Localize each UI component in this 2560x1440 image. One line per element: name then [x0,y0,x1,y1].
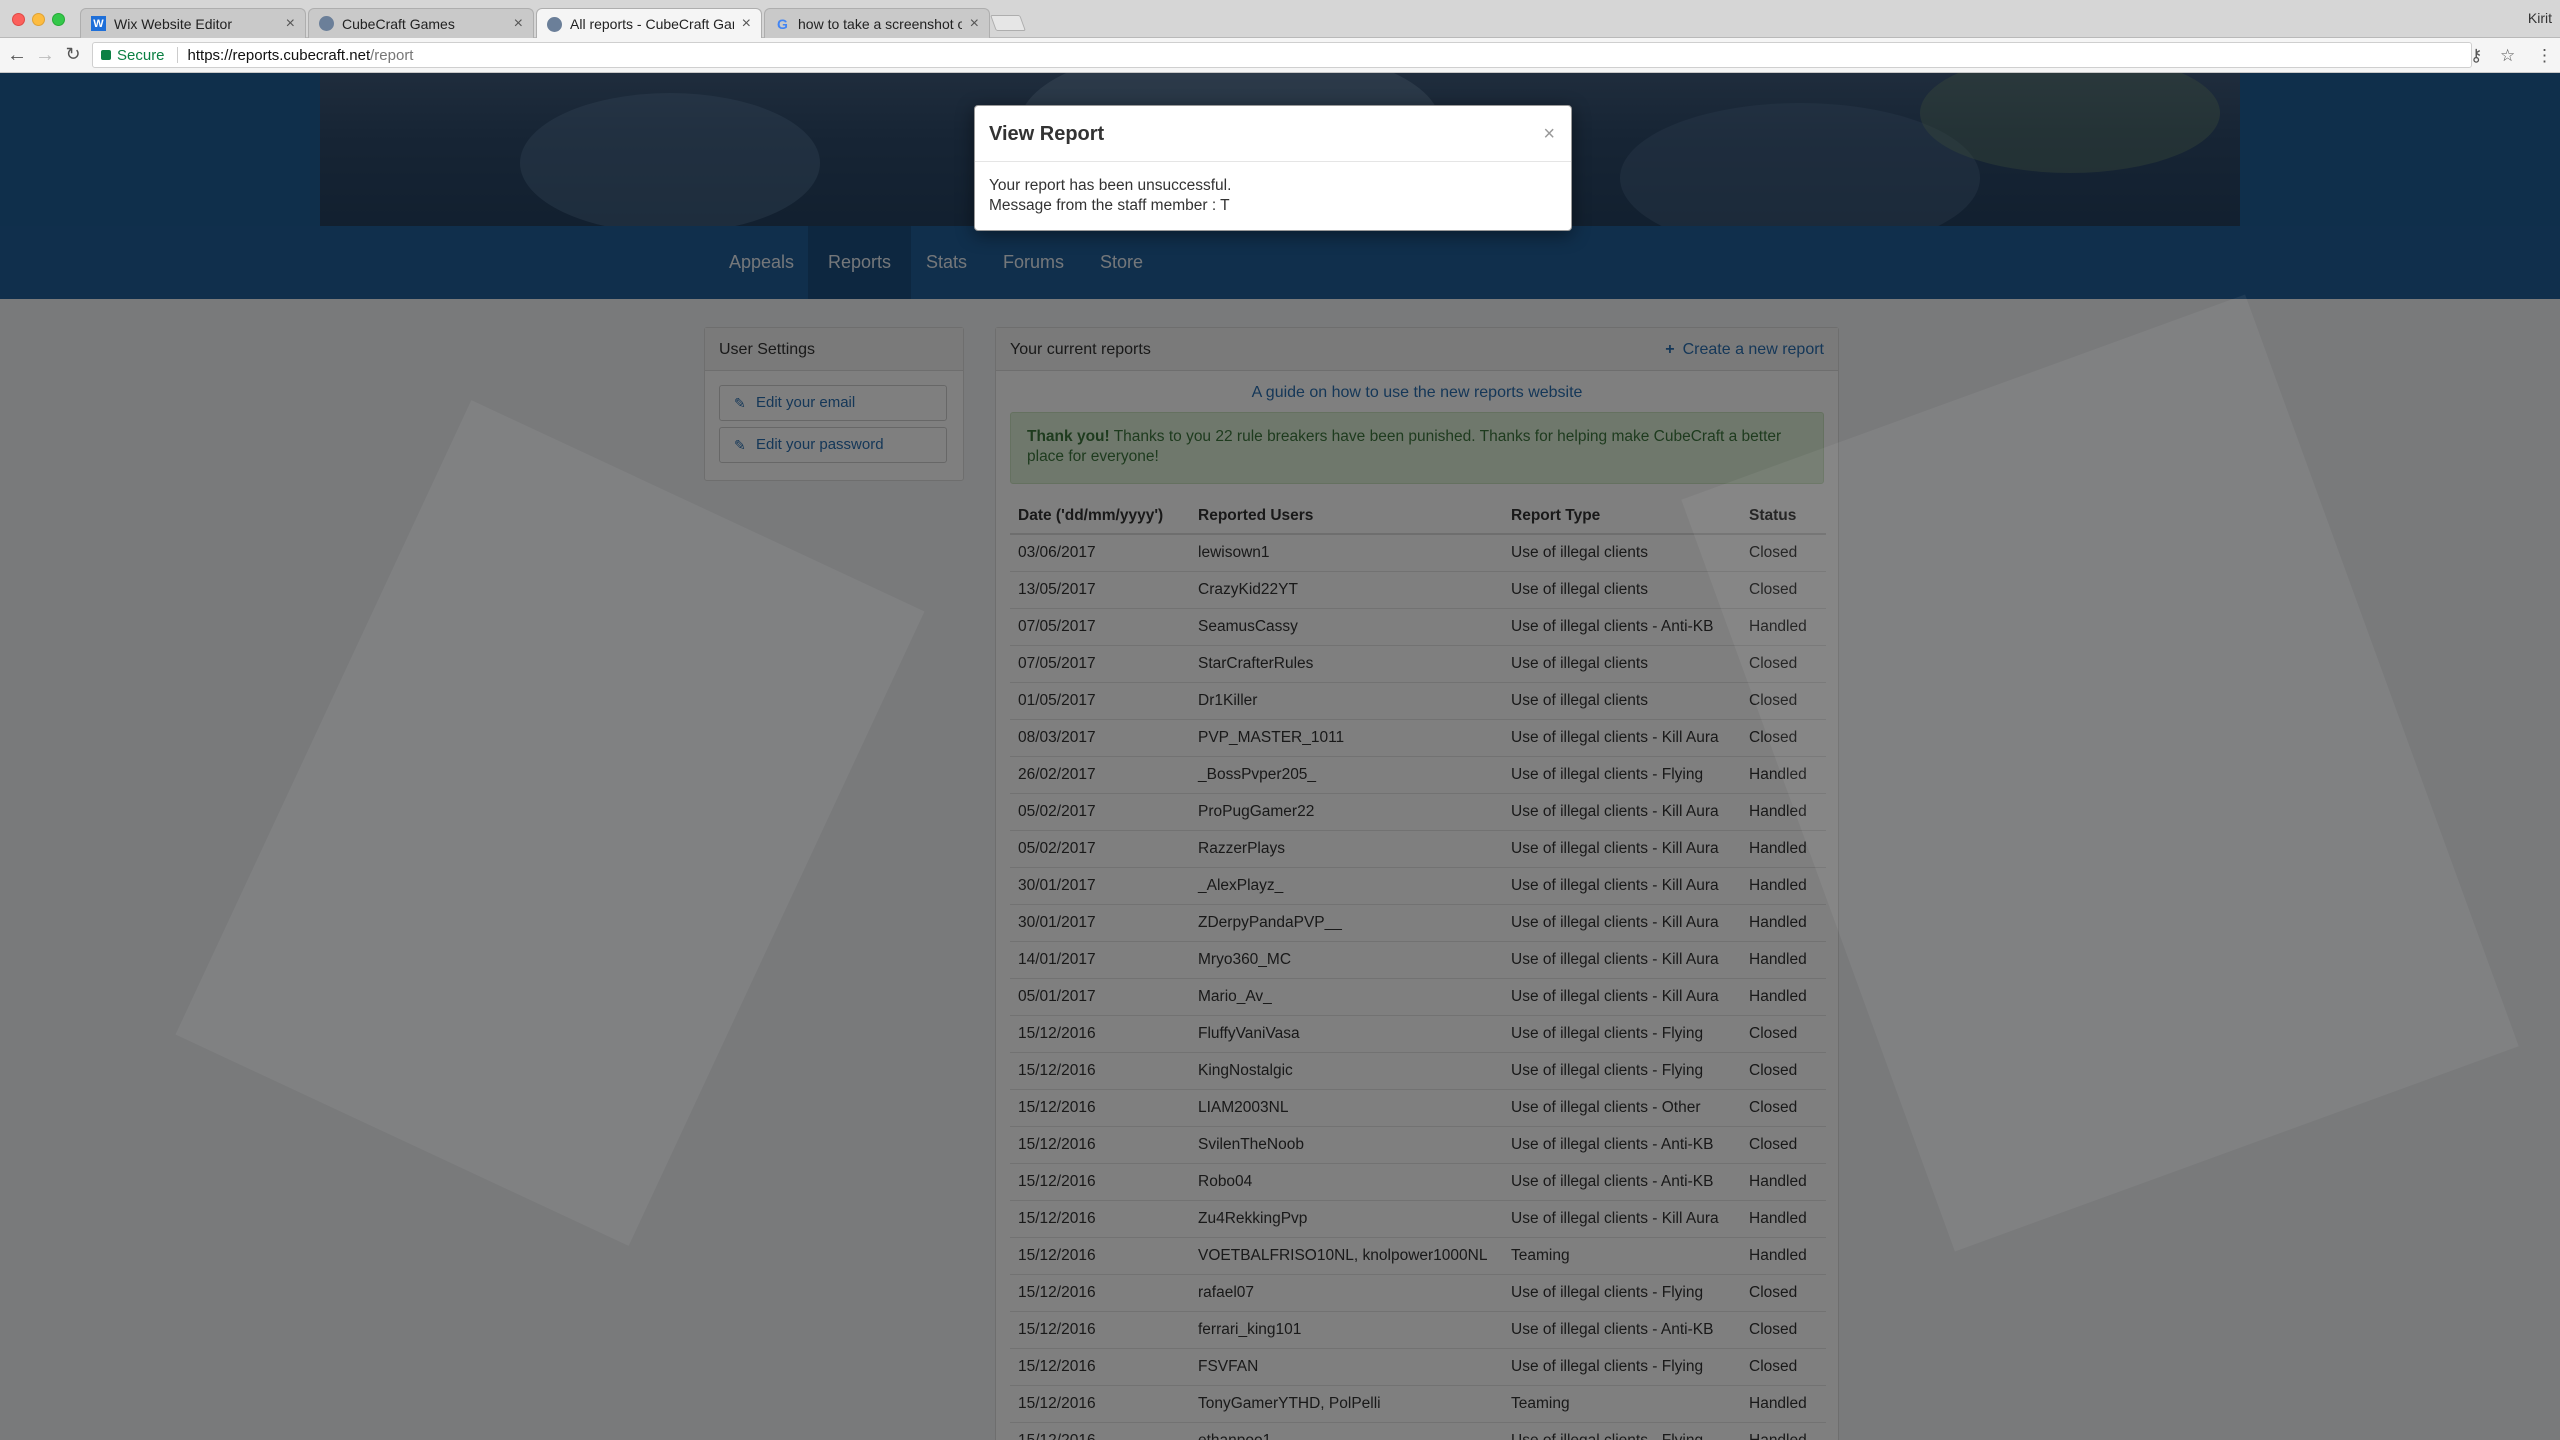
browser-tab-bar: W Wix Website Editor × CubeCraft Games ×… [0,0,2560,39]
modal-staff-message: Message from the staff member : T [989,197,1230,214]
modal-title: View Report [989,123,1105,145]
modal-body: Your report has been unsuccessful. Messa… [975,162,1571,230]
new-tab-button[interactable] [990,15,1026,31]
browser-tab-all-reports[interactable]: All reports - CubeCraft Games × [536,8,762,39]
browser-tab-google[interactable]: G how to take a screenshot on a × [764,8,990,38]
tab-title: Wix Website Editor [114,15,232,32]
close-icon[interactable]: × [286,15,295,33]
wix-icon: W [91,16,106,31]
profile-name[interactable]: Kirit [2528,10,2552,26]
cube-icon [319,16,334,31]
reload-icon[interactable]: ↻ [62,44,84,65]
close-icon[interactable]: × [514,15,523,33]
tab-title: All reports - CubeCraft Games [570,16,734,32]
address-bar[interactable]: Secure https://reports.cubecraft.net /re… [92,42,2472,68]
key-icon[interactable]: ⚷ [2470,46,2482,66]
close-window-button[interactable] [12,13,25,26]
tab-title: CubeCraft Games [342,15,455,32]
lock-icon [101,50,111,60]
cube-icon [547,16,562,32]
modal-backdrop[interactable] [0,73,2560,1440]
modal-message-line: Your report has been unsuccessful. [989,177,1232,194]
url-path: /report [370,46,414,64]
close-icon[interactable]: × [970,15,979,33]
back-arrow-icon[interactable]: ← [6,44,28,67]
google-icon: G [777,15,788,32]
browser-tab-cubecraft[interactable]: CubeCraft Games × [308,8,534,38]
minimize-window-button[interactable] [32,13,45,26]
browser-tab-wix[interactable]: W Wix Website Editor × [80,8,306,38]
view-report-modal: View Report × Your report has been unsuc… [974,105,1572,231]
close-icon[interactable]: × [742,15,751,33]
menu-dots-icon[interactable]: ⋮ [2536,46,2553,66]
maximize-window-button[interactable] [52,13,65,26]
browser-toolbar: ← → ↻ Secure https://reports.cubecraft.n… [0,38,2560,73]
url-host: https://reports.cubecraft.net [187,46,371,64]
tab-title: how to take a screenshot on a [798,15,962,32]
bookmark-star-icon[interactable]: ☆ [2500,46,2515,66]
divider [176,47,178,63]
modal-close-button[interactable]: × [1543,106,1555,162]
secure-label: Secure [117,46,165,64]
forward-arrow-icon[interactable]: → [34,44,56,67]
modal-header: View Report × [975,106,1571,162]
